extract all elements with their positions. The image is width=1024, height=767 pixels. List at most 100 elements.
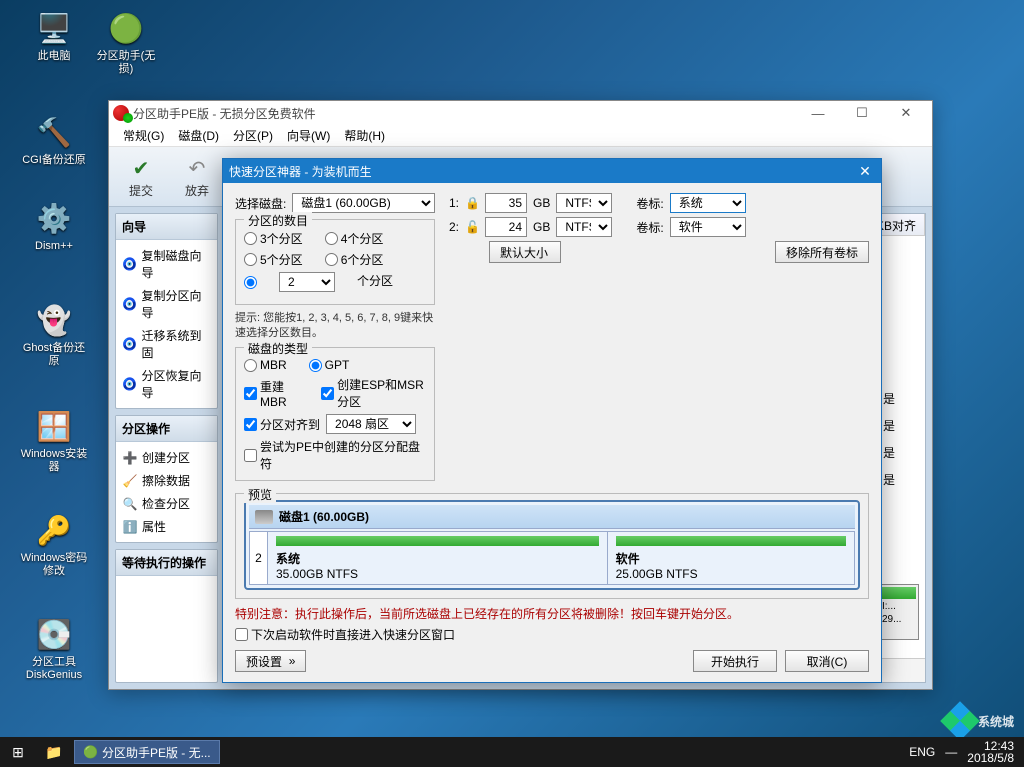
radio-5[interactable]: 5个分区 xyxy=(244,251,303,268)
check-pe-letter[interactable]: 尝试为PE中创建的分区分配盘符 xyxy=(244,438,426,472)
key-icon: 🔑 xyxy=(34,510,74,550)
tray-lang[interactable]: ENG xyxy=(909,745,935,759)
gear-icon: ⚙️ xyxy=(34,198,74,238)
radio-4[interactable]: 4个分区 xyxy=(325,230,384,247)
vol-select-1[interactable]: 系统 xyxy=(670,193,746,213)
sidebar-item-copy-part[interactable]: 🧿复制分区向导 xyxy=(120,284,213,324)
desktop-icon-cgi[interactable]: 🔨CGI备份还原 xyxy=(18,112,90,167)
size-input-1[interactable] xyxy=(485,193,527,213)
radio-6[interactable]: 6个分区 xyxy=(325,251,384,268)
app-icon: 🟢 xyxy=(106,8,146,48)
desktop-icon-winpwd[interactable]: 🔑Windows密码修改 xyxy=(18,510,90,578)
disk-icon xyxy=(255,510,273,524)
system-tray: ENG ― 12:43 2018/5/8 xyxy=(909,740,1024,764)
partition-row-2: 2: 🔓 GB NTFS 卷标: 软件 xyxy=(449,217,869,237)
unlock-icon[interactable]: 🔓 xyxy=(465,220,479,234)
sidebar-item-create[interactable]: ➕创建分区 xyxy=(120,446,213,469)
preset-button[interactable]: 预设置 » xyxy=(235,650,306,672)
disk-bar[interactable]: I:...29... xyxy=(879,584,919,640)
sidebar-item-copy-disk[interactable]: 🧿复制磁盘向导 xyxy=(120,244,213,284)
check-esp[interactable]: 创建ESP和MSR分区 xyxy=(321,376,426,410)
custom-count-select[interactable]: 2 xyxy=(279,272,335,292)
sidebar-item-recover[interactable]: 🧿分区恢复向导 xyxy=(120,364,213,404)
dialog-titlebar[interactable]: 快速分区神器 - 为装机而生 ✕ xyxy=(223,159,881,183)
start-button[interactable]: ⊞ xyxy=(0,737,36,767)
radio-custom[interactable] xyxy=(244,272,257,292)
sidebar-item-migrate[interactable]: 🧿迁移系统到固 xyxy=(120,324,213,364)
sidebar-item-check[interactable]: 🔍检查分区 xyxy=(120,492,213,515)
watermark: 系统城 xyxy=(946,707,1014,735)
cancel-button[interactable]: 取消(C) xyxy=(785,650,869,672)
sidebar-item-wipe[interactable]: 🧹擦除数据 xyxy=(120,469,213,492)
menu-help[interactable]: 帮助(H) xyxy=(338,125,391,146)
sidebar-item-props[interactable]: ℹ️属性 xyxy=(120,515,213,538)
lock-icon[interactable]: 🔒 xyxy=(465,196,479,210)
wizard-icon: 🧿 xyxy=(122,256,137,272)
taskbar-explorer[interactable]: 📁 xyxy=(36,737,72,767)
menu-disk[interactable]: 磁盘(D) xyxy=(172,125,225,146)
check-rebuild-mbr[interactable]: 重建MBR xyxy=(244,376,299,410)
taskbar-task[interactable]: 🟢分区助手PE版 - 无... xyxy=(74,740,220,764)
maximize-button[interactable]: ☐ xyxy=(840,102,884,124)
size-input-2[interactable] xyxy=(485,217,527,237)
default-size-button[interactable]: 默认大小 xyxy=(489,241,561,263)
close-icon[interactable]: ✕ xyxy=(855,163,875,180)
disk-type-group: 磁盘的类型 MBR GPT 重建MBR 创建ESP和MSR分区 分区对齐到 20… xyxy=(235,347,435,481)
radio-gpt[interactable]: GPT xyxy=(309,358,350,372)
search-icon: 🔍 xyxy=(122,496,138,512)
info-icon: ℹ️ xyxy=(122,519,138,535)
titlebar[interactable]: 分区助手PE版 - 无损分区免费软件 ― ☐ ✕ xyxy=(109,101,932,125)
fs-select-2[interactable]: NTFS xyxy=(556,217,612,237)
align-select[interactable]: 2048 扇区 xyxy=(326,414,416,434)
close-button[interactable]: ✕ xyxy=(884,102,928,124)
monitor-icon: 🖥️ xyxy=(34,8,74,48)
app-icon xyxy=(113,105,129,121)
radio-3[interactable]: 3个分区 xyxy=(244,230,303,247)
panel-header: 向导 xyxy=(116,214,217,240)
tray-clock[interactable]: 12:43 2018/5/8 xyxy=(967,740,1014,764)
partition-row-1: 1: 🔒 GB NTFS 卷标: 系统 xyxy=(449,193,869,213)
desktop-icon-dg[interactable]: 💽分区工具DiskGenius xyxy=(18,614,90,682)
check-align[interactable]: 分区对齐到 xyxy=(244,416,320,433)
quick-partition-dialog: 快速分区神器 - 为装机而生 ✕ 选择磁盘: 磁盘1 (60.00GB) 分区的… xyxy=(222,158,882,683)
fs-select-1[interactable]: NTFS xyxy=(556,193,612,213)
taskbar: ⊞ 📁 🟢分区助手PE版 - 无... ENG ― 12:43 2018/5/8 xyxy=(0,737,1024,767)
undo-icon: ↶ xyxy=(183,154,211,182)
desktop-icon-pc[interactable]: 🖥️此电脑 xyxy=(18,8,90,63)
toolbar-commit[interactable]: ✔提交 xyxy=(117,154,165,199)
preview-part-2[interactable]: 软件 25.00GB NTFS xyxy=(608,532,854,584)
window-buttons: ― ☐ ✕ xyxy=(796,102,928,124)
start-button[interactable]: 开始执行 xyxy=(693,650,777,672)
disk-select[interactable]: 磁盘1 (60.00GB) xyxy=(292,193,435,213)
wizard-icon: 🧿 xyxy=(122,336,137,352)
desktop-icon-wininst[interactable]: 🪟Windows安装器 xyxy=(18,406,90,474)
window-icon: 🪟 xyxy=(34,406,74,446)
check-icon: ✔ xyxy=(127,154,155,182)
erase-icon: 🧹 xyxy=(122,473,138,489)
menu-wizard[interactable]: 向导(W) xyxy=(281,125,336,146)
desktop-icon-dism[interactable]: ⚙️Dism++ xyxy=(18,198,90,253)
vol-select-2[interactable]: 软件 xyxy=(670,217,746,237)
window-title: 分区助手PE版 - 无损分区免费软件 xyxy=(133,105,316,122)
select-disk-label: 选择磁盘: xyxy=(235,195,286,212)
desktop-icon-pa[interactable]: 🟢分区助手(无损) xyxy=(90,8,162,76)
remove-labels-button[interactable]: 移除所有卷标 xyxy=(775,241,869,263)
radio-mbr[interactable]: MBR xyxy=(244,358,287,372)
preview-index: 2 xyxy=(250,532,268,584)
menu-general[interactable]: 常规(G) xyxy=(117,125,170,146)
menubar: 常规(G) 磁盘(D) 分区(P) 向导(W) 帮助(H) xyxy=(109,125,932,147)
sidebar: 向导 🧿复制磁盘向导 🧿复制分区向导 🧿迁移系统到固 🧿分区恢复向导 分区操作 … xyxy=(109,207,224,689)
minimize-button[interactable]: ― xyxy=(796,102,840,124)
preview-part-1[interactable]: 系统 35.00GB NTFS xyxy=(268,532,608,584)
panel-wizard: 向导 🧿复制磁盘向导 🧿复制分区向导 🧿迁移系统到固 🧿分区恢复向导 xyxy=(115,213,218,409)
logo-icon xyxy=(940,701,980,741)
toolbar-discard[interactable]: ↶放弃 xyxy=(173,154,221,199)
wizard-icon: 🧿 xyxy=(122,296,137,312)
disk-icon: 💽 xyxy=(34,614,74,654)
hammer-icon: 🔨 xyxy=(34,112,74,152)
dialog-title: 快速分区神器 - 为装机而生 xyxy=(229,163,372,180)
desktop-icon-ghost[interactable]: 👻Ghost备份还原 xyxy=(18,300,90,368)
menu-partition[interactable]: 分区(P) xyxy=(227,125,279,146)
preview-disk: 磁盘1 (60.00GB) 2 系统 35.00GB NTFS 软件 25.00… xyxy=(244,500,860,590)
check-next-time[interactable]: 下次启动软件时直接进入快速分区窗口 xyxy=(235,626,455,643)
